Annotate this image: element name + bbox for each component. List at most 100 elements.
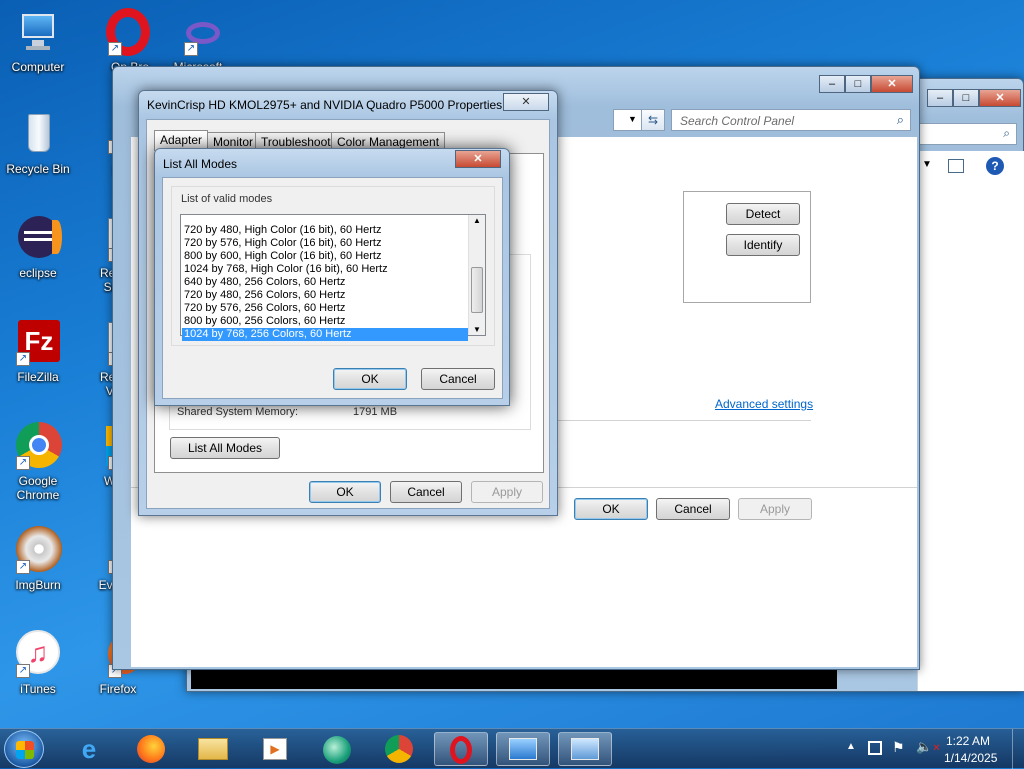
internet-explorer-icon: e: [81, 734, 97, 764]
mode-list-item[interactable]: 1024 by 768, High Color (16 bit), 60 Her…: [182, 263, 468, 276]
search-input[interactable]: Search Control Panel ⌕: [671, 109, 911, 131]
chrome-icon: [385, 735, 413, 763]
clock-time[interactable]: 1:22 AM: [946, 734, 990, 748]
cancel-button[interactable]: Cancel: [656, 498, 730, 520]
black-bar: [191, 669, 837, 689]
scrollbar-thumb[interactable]: [471, 267, 483, 313]
desktop-icon-label: Firefox: [99, 682, 137, 696]
folder-icon: [198, 738, 228, 760]
desktop-icon-itunes[interactable]: ♫ ↗ iTunes: [0, 630, 76, 696]
refresh-icon: ⇆: [647, 113, 659, 127]
itunes-icon: ♫ ↗: [14, 630, 62, 678]
dialog-title: KevinCrisp HD KMOL2975+ and NVIDIA Quadr…: [147, 98, 503, 112]
taskbar-display-settings[interactable]: [558, 732, 612, 766]
scrollbar[interactable]: ▲ ▼: [468, 215, 485, 335]
mode-list-item[interactable]: 800 by 600, High Color (16 bit), 60 Hert…: [182, 250, 468, 263]
desktop-icon-recycle-bin[interactable]: Recycle Bin: [0, 110, 76, 176]
detect-button[interactable]: Detect: [726, 203, 800, 225]
search-placeholder: Search Control Panel: [680, 114, 795, 128]
app-icon: [323, 736, 351, 764]
recycle-bin-icon: [14, 110, 62, 158]
modes-list-rows: 720 by 480, High Color (16 bit), 60 Hert…: [182, 224, 468, 341]
dialog-title: List All Modes: [163, 157, 238, 171]
desktop-icon-microsoft[interactable]: ↗ Microsoft: [160, 8, 236, 70]
scroll-down-icon[interactable]: ▼: [473, 325, 481, 334]
search-icon: ⌕: [896, 112, 904, 127]
scroll-up-icon[interactable]: ▲: [473, 216, 481, 225]
refresh-button[interactable]: ⇆: [641, 109, 665, 131]
maximize-button[interactable]: □: [845, 75, 871, 93]
desktop-icon-opera[interactable]: ↗ Op Bro: [78, 8, 154, 74]
desktop-icon-label: iTunes: [20, 682, 56, 696]
close-button[interactable]: ✕: [455, 150, 501, 168]
cancel-button[interactable]: Cancel: [390, 481, 462, 503]
modes-list[interactable]: 720 by 480, High Color (16 bit), 60 Hert…: [180, 214, 486, 341]
taskbar-app-teal[interactable]: [310, 732, 364, 766]
taskbar-explorer[interactable]: [186, 732, 240, 766]
network-icon[interactable]: [868, 741, 882, 755]
show-desktop-button[interactable]: [1012, 729, 1024, 769]
taskbar-chrome[interactable]: [372, 732, 426, 766]
modes-panel: List of valid modes 720 by 480, High Col…: [162, 177, 503, 399]
desktop-icon-label: Google Chrome: [16, 474, 60, 502]
taskbar-internet-explorer[interactable]: e: [62, 732, 116, 766]
control-panel-icon: [509, 738, 537, 760]
action-center-flag-icon[interactable]: ⚑: [892, 739, 905, 756]
ok-button[interactable]: OK: [333, 368, 407, 390]
help-icon[interactable]: ?: [986, 157, 1004, 175]
desktop-icon-label: Recycle Bin: [6, 162, 70, 176]
mode-list-item[interactable]: 720 by 576, 256 Colors, 60 Hertz: [182, 302, 468, 315]
taskbar-opera[interactable]: [434, 732, 488, 766]
window-content: ▼ ?: [917, 151, 1024, 691]
list-all-modes-dialog: List All Modes ✕ List of valid modes 720…: [154, 148, 510, 406]
taskbar-control-panel[interactable]: [496, 732, 550, 766]
minimize-button[interactable]: –: [927, 89, 953, 107]
mode-list-item[interactable]: 720 by 576, High Color (16 bit), 60 Hert…: [182, 237, 468, 250]
system-tray: ▲ ⚑ 🔈✕ 1:22 AM 1/14/2025: [840, 729, 1024, 769]
desktop-icon-imgburn[interactable]: ↗ ImgBurn: [0, 526, 76, 592]
opera-icon: [450, 736, 472, 764]
desktop-icon-label: FileZilla: [17, 370, 59, 384]
ok-button[interactable]: OK: [574, 498, 648, 520]
taskbar-firefox[interactable]: [124, 732, 178, 766]
taskbar-media-player[interactable]: ▶: [248, 732, 302, 766]
clock-date[interactable]: 1/14/2025: [944, 751, 997, 765]
show-hidden-icons-icon[interactable]: ▲: [846, 741, 856, 752]
mode-list-item[interactable]: 720 by 480, High Color (16 bit), 60 Hert…: [182, 224, 468, 237]
volume-muted-icon[interactable]: 🔈✕: [916, 739, 941, 755]
desktop-icon-label: ImgBurn: [15, 578, 61, 592]
mode-list-item[interactable]: 800 by 600, 256 Colors, 60 Hertz: [182, 315, 468, 328]
apply-button[interactable]: Apply: [738, 498, 812, 520]
cancel-button[interactable]: Cancel: [421, 368, 495, 390]
advanced-settings-link[interactable]: Advanced settings: [715, 397, 813, 411]
pane-icon[interactable]: [948, 159, 964, 173]
desktop-icon-filezilla[interactable]: Fz ↗ FileZilla: [0, 318, 76, 384]
identify-button[interactable]: Identify: [726, 234, 800, 256]
filezilla-icon: Fz ↗: [14, 318, 62, 366]
desktop-icon-google-chrome[interactable]: ↗ Google Chrome: [0, 422, 76, 502]
eclipse-icon: [14, 214, 62, 262]
imgburn-icon: ↗: [14, 526, 62, 574]
close-button[interactable]: ✕: [871, 75, 913, 93]
shared-memory-value: 1791 MB: [353, 406, 398, 418]
mode-list-item[interactable]: 640 by 480, 256 Colors, 60 Hertz: [182, 276, 468, 289]
maximize-button[interactable]: □: [953, 89, 979, 107]
taskbar: e ▶ ▲ ⚑ 🔈✕ 1:22 AM 1/14/2025: [0, 728, 1024, 769]
list-all-modes-button[interactable]: List All Modes: [170, 437, 280, 459]
dropdown-arrow-icon: ▼: [922, 159, 932, 170]
apply-button[interactable]: Apply: [471, 481, 543, 503]
minimize-button[interactable]: –: [819, 75, 845, 93]
mode-list-item[interactable]: 720 by 480, 256 Colors, 60 Hertz: [182, 289, 468, 302]
desktop-icon-eclipse[interactable]: eclipse: [0, 214, 76, 280]
group-label: List of valid modes: [181, 193, 273, 205]
desktop-icon-computer[interactable]: Computer: [0, 8, 76, 74]
mode-list-item[interactable]: 1024 by 768, 256 Colors, 60 Hertz: [182, 328, 468, 341]
search-input[interactable]: ⌕: [917, 123, 1017, 145]
ok-button[interactable]: OK: [309, 481, 381, 503]
windows-logo-icon: [16, 741, 34, 759]
close-button[interactable]: ✕: [503, 93, 549, 111]
computer-icon: [14, 8, 62, 56]
close-button[interactable]: ✕: [979, 89, 1021, 107]
start-button[interactable]: [4, 730, 44, 768]
dropdown-arrow-icon[interactable]: ▼: [628, 114, 637, 124]
